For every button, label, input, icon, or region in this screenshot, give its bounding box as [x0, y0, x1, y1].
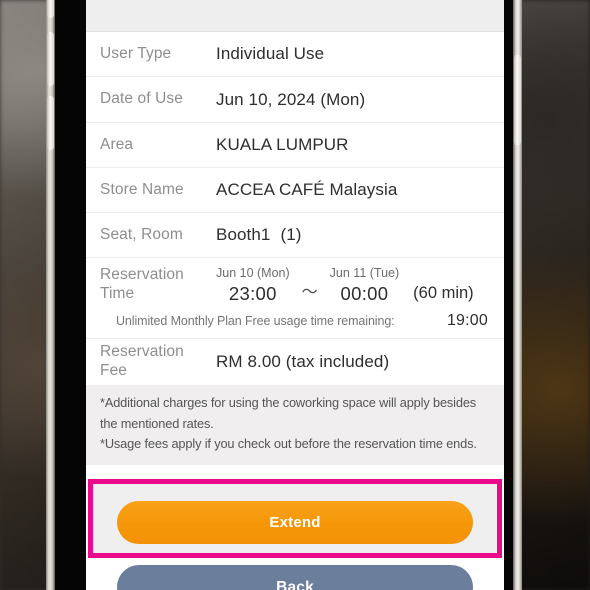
screen-top-strip — [86, 0, 504, 32]
reservation-end-time: 00:00 — [340, 282, 389, 304]
reservation-time-label-line1: Reservation — [100, 266, 184, 284]
reservation-end: Jun 11 (Tue) 00:00 — [330, 265, 399, 305]
disclaimer-text: *Additional charges for using the cowork… — [86, 385, 504, 466]
detail-row-seat-room: Seat, Room Booth1 (1) — [86, 213, 504, 258]
back-button-area: Back — [86, 558, 504, 590]
seat-room-count: (1) — [280, 225, 302, 244]
reservation-time-label: Reservation Time — [100, 266, 216, 304]
seat-room-value: Booth1 — [216, 225, 271, 244]
time-range-separator: ～ — [301, 284, 318, 301]
reservation-start: Jun 10 (Mon) 23:00 — [216, 265, 290, 305]
reservation-fee-value: RM 8.00 (tax included) — [216, 352, 390, 371]
phone-left-edge — [46, 0, 55, 590]
reservation-duration: (60 min) — [413, 284, 474, 302]
back-button[interactable]: Back — [117, 565, 473, 590]
store-name-value: ACCEA CAFÉ Malaysia — [216, 180, 398, 199]
mute-switch[interactable] — [47, 0, 54, 18]
free-usage-remaining-label: Unlimited Monthly Plan Free usage time r… — [116, 314, 395, 328]
user-type-label: User Type — [100, 44, 172, 62]
date-of-use-label: Date of Use — [100, 90, 183, 108]
reservation-start-time: 23:00 — [228, 282, 277, 304]
reservation-fee-label-line2: Fee — [100, 362, 128, 379]
free-usage-remaining-row: Unlimited Monthly Plan Free usage time r… — [86, 310, 504, 339]
disclaimer-line-3: *Usage fees apply if you check out befor… — [100, 436, 443, 452]
volume-up-button[interactable] — [47, 32, 54, 86]
volume-down-button[interactable] — [47, 96, 54, 150]
area-label: Area — [100, 135, 134, 153]
power-button[interactable] — [514, 55, 521, 145]
detail-row-user-type: User Type Individual Use — [86, 32, 504, 77]
disclaimer-line-1: *Additional charges for using the cowork… — [100, 395, 430, 410]
extend-button[interactable]: Extend — [117, 501, 473, 544]
reservation-time-label-line2: Time — [100, 285, 135, 302]
detail-row-area: Area KUALA LUMPUR — [86, 123, 504, 168]
reservation-end-date: Jun 11 (Tue) — [329, 266, 400, 280]
reservation-fee-label: Reservation Fee — [100, 343, 216, 381]
date-of-use-value: Jun 10, 2024 (Mon) — [216, 89, 366, 109]
detail-row-date-of-use: Date of Use Jun 10, 2024 (Mon) — [86, 77, 504, 123]
reservation-time-values: Jun 10 (Mon) 23:00 ～ Jun 11 (Tue) 00:00 … — [216, 265, 474, 305]
reservation-start-date: Jun 10 (Mon) — [216, 266, 290, 280]
seat-room-label: Seat, Room — [100, 225, 183, 243]
extend-highlight-box: Extend — [88, 479, 502, 558]
phone-screen: User Type Individual Use Date of Use Jun… — [86, 0, 504, 590]
area-value: KUALA LUMPUR — [216, 135, 349, 154]
store-name-label: Store Name — [100, 180, 184, 198]
detail-row-store-name: Store Name ACCEA CAFÉ Malaysia — [86, 168, 504, 213]
free-usage-remaining-value: 19:00 — [446, 312, 488, 329]
detail-row-reservation-time: Reservation Time Jun 10 (Mon) 23:00 ～ Ju… — [86, 258, 504, 310]
reservation-fee-label-line1: Reservation — [100, 343, 184, 361]
user-type-value: Individual Use — [216, 44, 325, 63]
detail-row-reservation-fee: Reservation Fee RM 8.00 (tax included) — [86, 339, 504, 385]
disclaimer-line-4: ends. — [446, 436, 477, 452]
